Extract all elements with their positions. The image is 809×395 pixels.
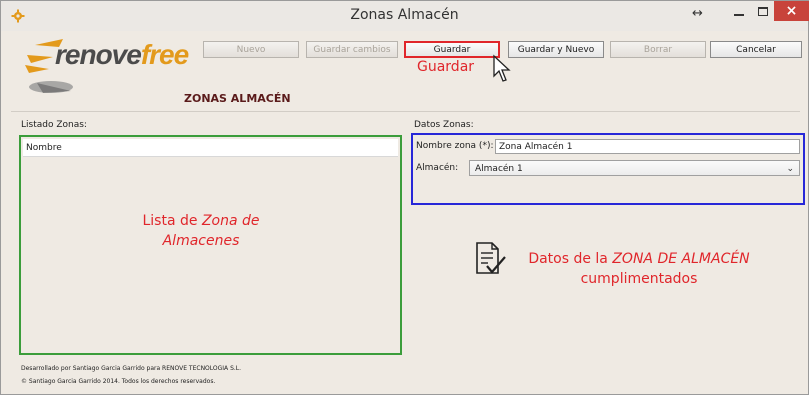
form-label: Datos Zonas:: [414, 120, 474, 130]
zone-name-input[interactable]: Zona Almacén 1: [495, 139, 800, 154]
list-annotation-italic: Zona de: [201, 213, 260, 229]
window-title: Zonas Almacén: [350, 7, 459, 23]
chevron-down-icon: ⌄: [786, 164, 794, 174]
minimize-button[interactable]: [729, 3, 749, 21]
data-annotation-line2: cumplimentados: [580, 271, 698, 287]
cancelar-button[interactable]: Cancelar: [710, 41, 802, 58]
document-check-icon: [476, 242, 506, 274]
maximize-icon: [758, 7, 768, 16]
footer-copyright: © Santiago Garcia Garrido 2014. Todos lo…: [21, 378, 216, 385]
logo-wordmark: renovefree: [55, 39, 189, 71]
header-divider: [11, 111, 800, 112]
list-annotation-line2: Almacenes: [162, 233, 240, 249]
data-annotation: Datos de la ZONA DE ALMACÉN cumplimentad…: [509, 249, 769, 289]
list-annotation: Lista de Zona de Almacenes: [121, 211, 281, 251]
borrar-button[interactable]: Borrar: [610, 41, 706, 58]
section-title: ZONAS ALMACÉN: [184, 92, 291, 105]
data-annotation-italic: ZONA DE ALMACÉN: [612, 251, 750, 267]
guardar-button[interactable]: Guardar: [404, 41, 500, 58]
guardar-cambios-button[interactable]: Guardar cambios: [306, 41, 398, 58]
minimize-icon: [734, 14, 744, 16]
warehouse-select[interactable]: Almacén 1 ⌄: [469, 160, 800, 176]
data-annotation-text: Datos de la: [528, 251, 613, 267]
title-bar[interactable]: Zonas Almacén ↔ ×: [1, 1, 809, 31]
warehouse-select-value: Almacén 1: [475, 164, 523, 174]
maximize-button[interactable]: [753, 3, 773, 21]
footer-developer: Desarrollado por Santiago Garcia Garrido…: [21, 365, 242, 372]
app-window: Zonas Almacén ↔ × renovefree ZONAS ALMAC…: [0, 0, 809, 395]
warehouse-field-label: Almacén:: [416, 163, 459, 173]
logo-part-free: free: [140, 39, 189, 70]
resize-icon: ↔: [692, 6, 703, 21]
nuevo-button[interactable]: Nuevo: [203, 41, 299, 58]
guardar-annotation: Guardar: [417, 59, 475, 75]
column-header-nombre[interactable]: Nombre: [23, 139, 398, 157]
mouse-cursor-icon: [493, 54, 511, 82]
close-button[interactable]: ×: [774, 1, 809, 21]
list-label: Listado Zonas:: [21, 120, 87, 130]
logo-part-renove: renove: [55, 39, 142, 70]
list-annotation-text: Lista de: [142, 213, 202, 229]
zone-data-form: Nombre zona (*): Zona Almacén 1 Almacén:…: [411, 133, 805, 205]
guardar-y-nuevo-button[interactable]: Guardar y Nuevo: [508, 41, 604, 58]
name-field-label: Nombre zona (*):: [416, 141, 494, 151]
